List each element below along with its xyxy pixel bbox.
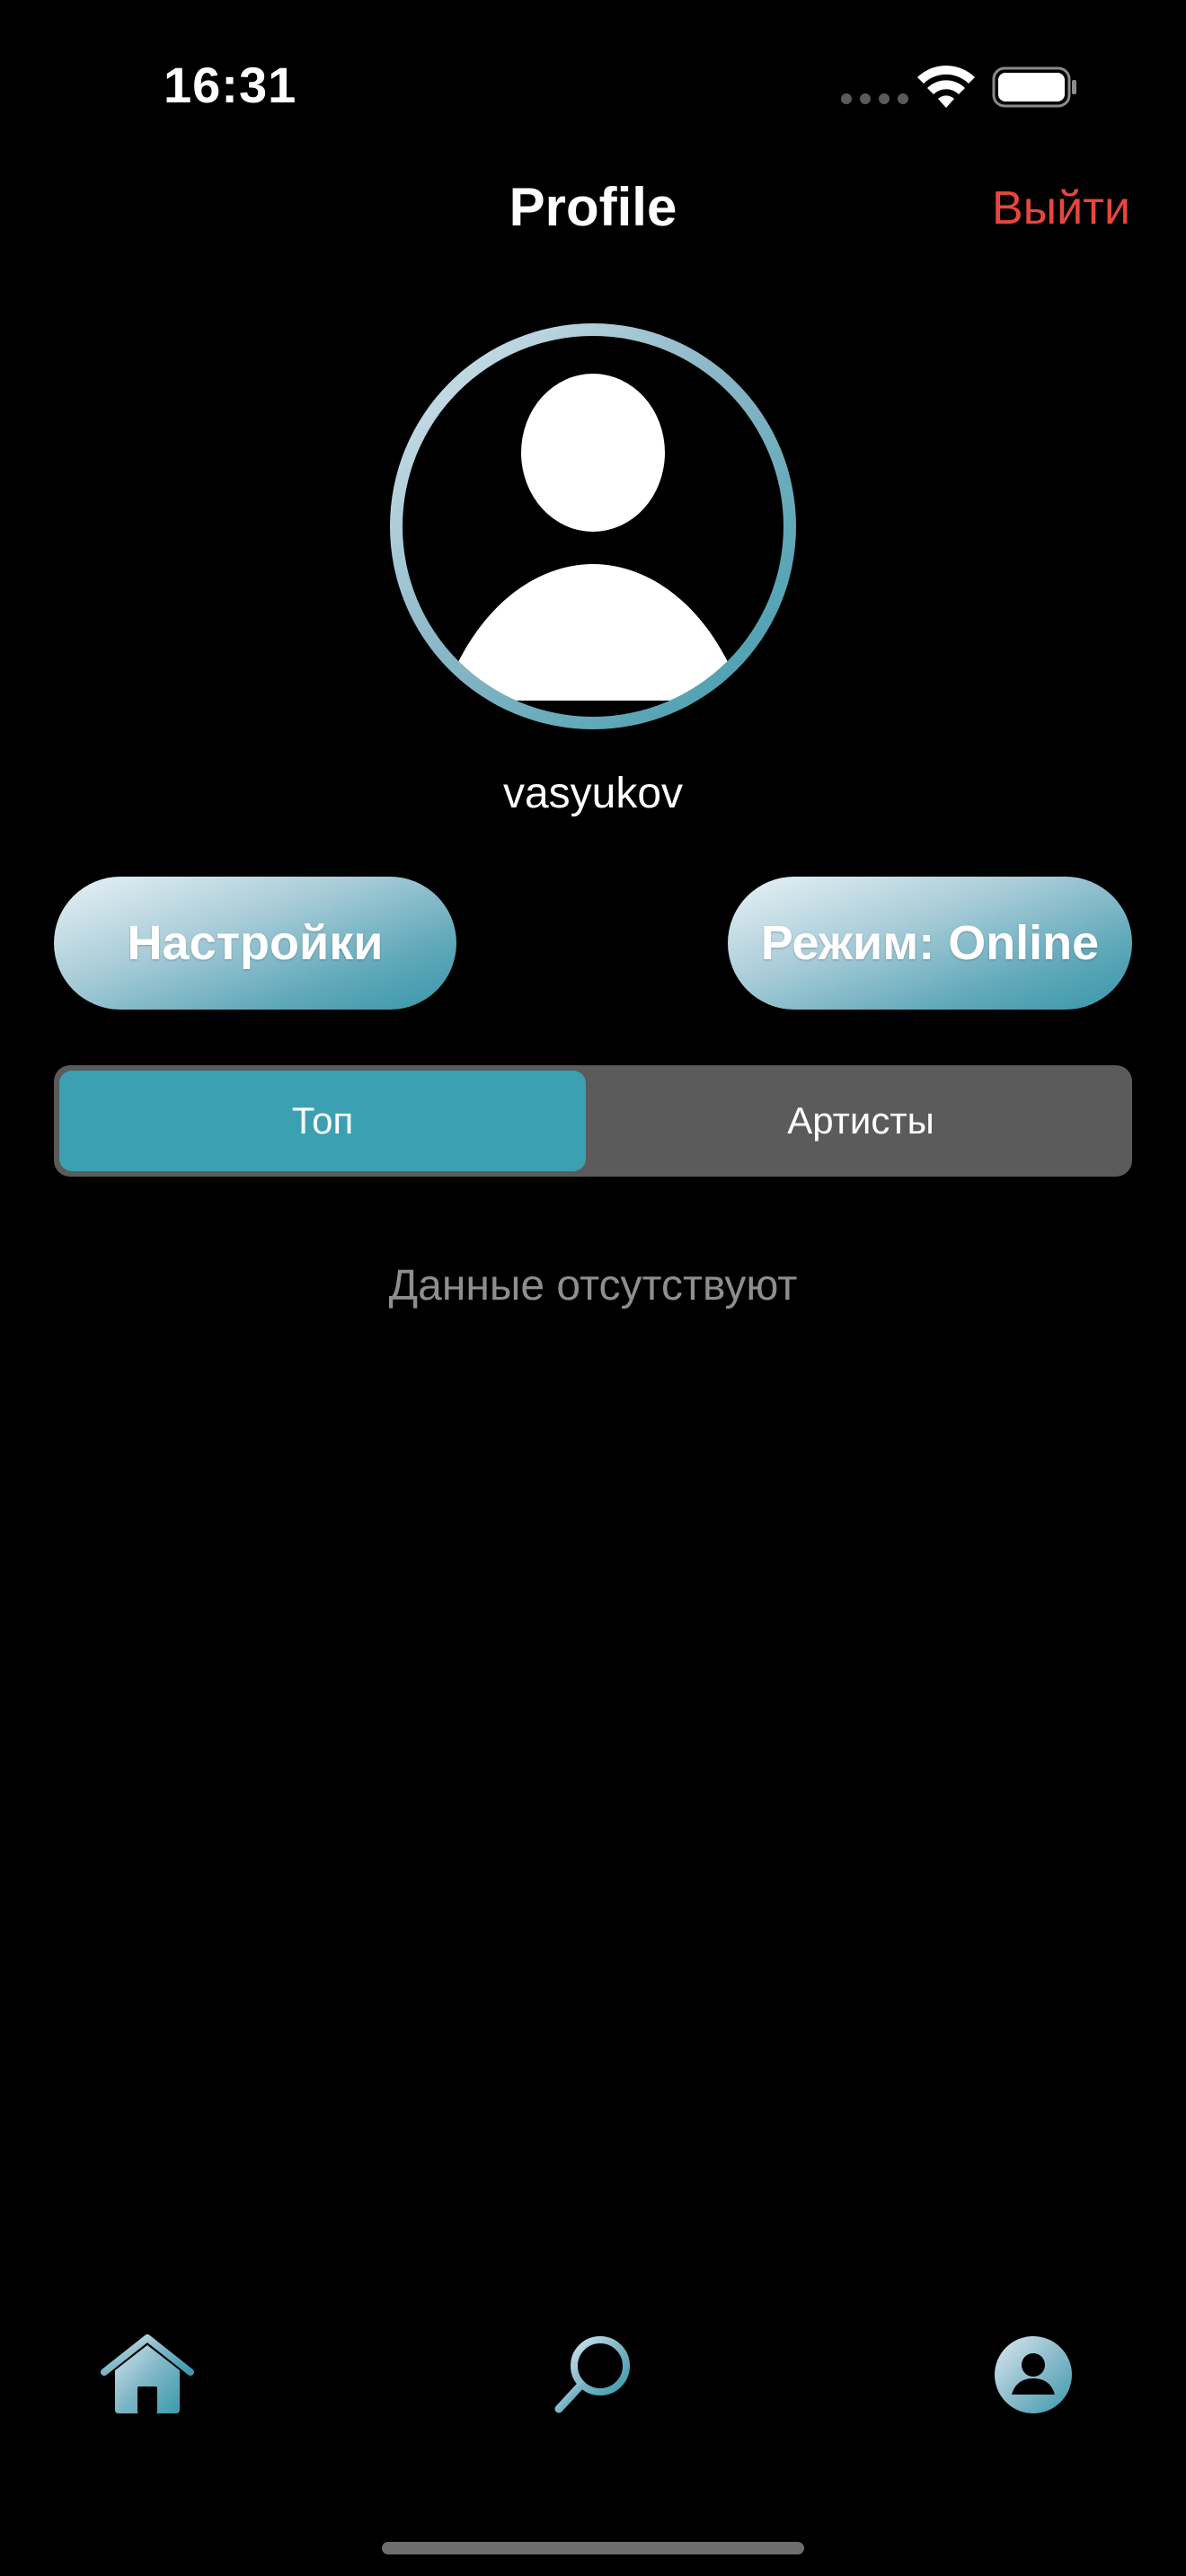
person-icon [442, 374, 744, 701]
mode-toggle-button[interactable]: Режим: Online [728, 877, 1132, 1010]
tab-search[interactable] [539, 2321, 647, 2429]
cellular-signal-icon [841, 93, 908, 104]
home-indicator [382, 2542, 804, 2554]
status-time: 16:31 [164, 57, 297, 113]
empty-state-message: Данные отсутствуют [388, 1262, 798, 1310]
segmented-control: Топ Артисты [54, 1065, 1132, 1177]
segment-artists[interactable]: Артисты [595, 1071, 1127, 1171]
tab-home[interactable] [93, 2321, 201, 2429]
wifi-icon [917, 66, 975, 108]
logout-button[interactable]: Выйти [992, 181, 1130, 235]
segment-top[interactable]: Топ [59, 1071, 586, 1171]
tab-profile[interactable] [979, 2321, 1087, 2429]
profile-icon [995, 2336, 1072, 2413]
home-icon [101, 2334, 194, 2413]
settings-button[interactable]: Настройки [54, 877, 456, 1010]
battery-icon [992, 66, 1076, 108]
search-icon [554, 2336, 630, 2413]
avatar[interactable] [390, 323, 796, 729]
username: vasyukov [502, 770, 684, 817]
